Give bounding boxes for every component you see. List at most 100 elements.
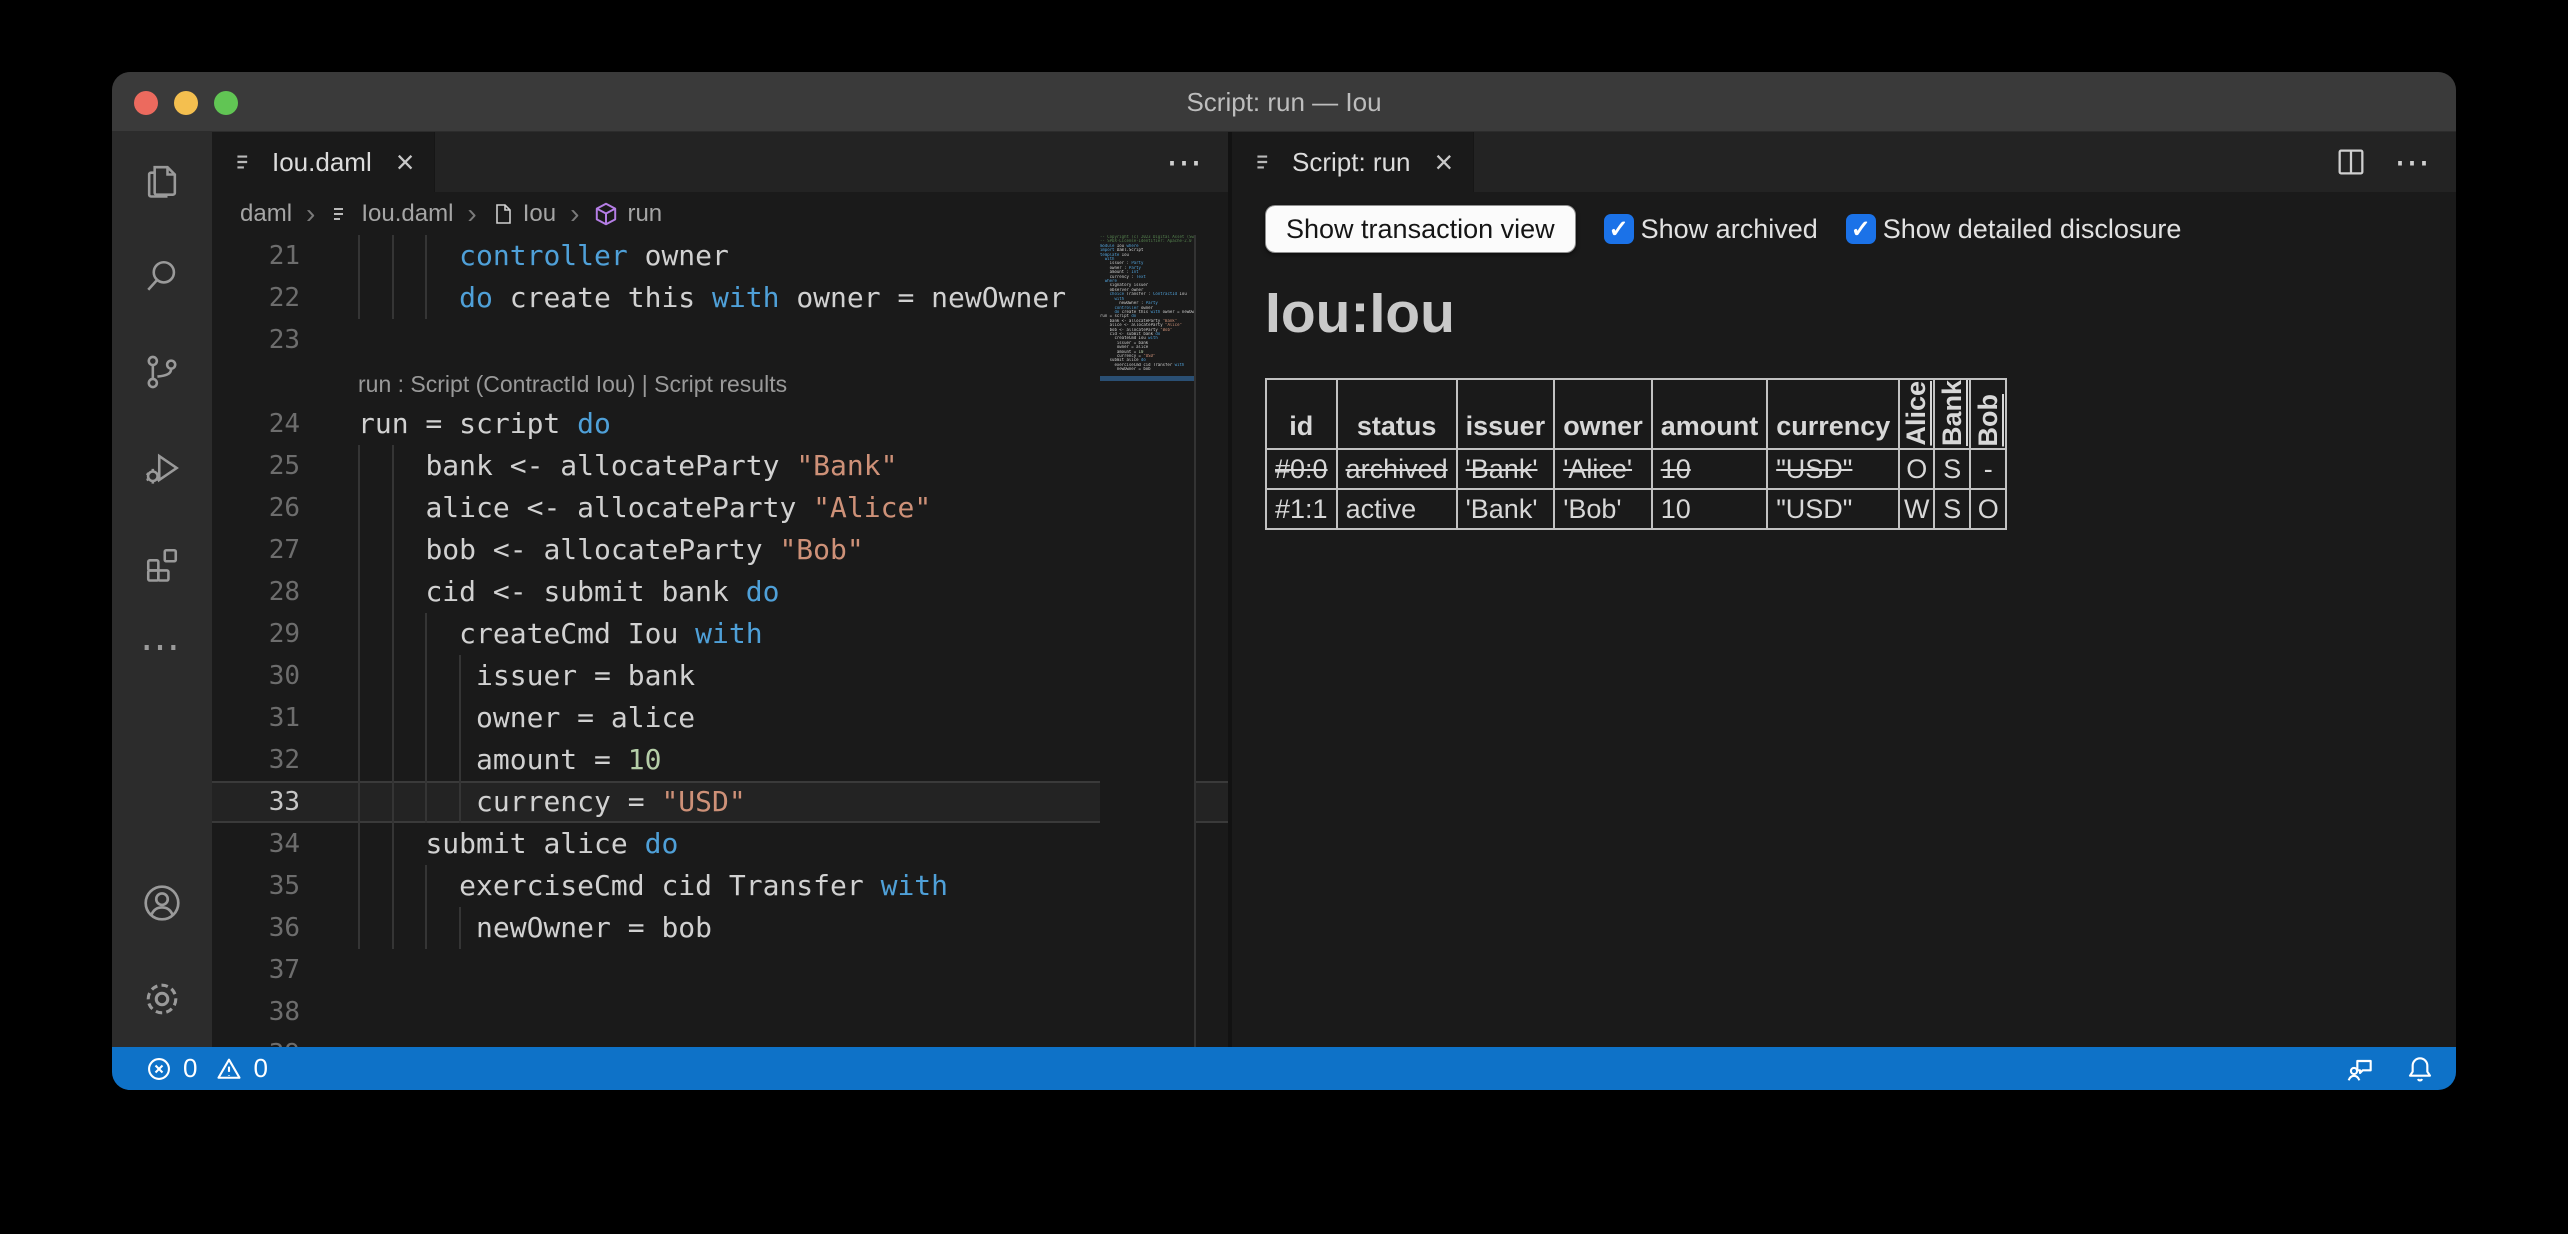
code-line[interactable]: 37 xyxy=(212,949,1228,991)
code-text: bob <- allocateParty "Bob" xyxy=(358,529,864,571)
problems-status[interactable]: 0 0 xyxy=(145,1053,268,1084)
table-row: #0:0archived'Bank''Alice'10"USD"OS- xyxy=(1266,449,2006,489)
code-text: issuer = bank xyxy=(358,655,695,697)
source-control-icon[interactable] xyxy=(112,324,212,420)
line-number[interactable]: 25 xyxy=(212,445,300,487)
codelens-row: run : Script (ContractId Iou) | Script r… xyxy=(212,361,1228,403)
line-number[interactable]: 39 xyxy=(212,1033,300,1047)
editor-group-left: Iou.daml × ⋯ daml › Iou.daml › Iou xyxy=(212,132,1228,1047)
code-line[interactable]: 22 do create this with owner = newOwner xyxy=(212,277,1228,319)
line-number[interactable]: 28 xyxy=(212,571,300,613)
line-number[interactable]: 30 xyxy=(212,655,300,697)
editor-actions-more-icon[interactable]: ⋯ xyxy=(1166,141,1204,183)
title-bar: Script: run — Iou xyxy=(112,72,2456,132)
tab-iou-daml[interactable]: Iou.daml × xyxy=(212,132,435,192)
code-line[interactable]: 30 issuer = bank xyxy=(212,655,1228,697)
checkbox-show-detailed-disclosure[interactable]: ✓Show detailed disclosure xyxy=(1846,214,2182,245)
line-number[interactable]: 23 xyxy=(212,319,300,361)
extensions-icon[interactable] xyxy=(112,516,212,612)
code-editor[interactable]: 21 controller owner22 do create this wit… xyxy=(212,235,1228,1047)
code-line[interactable]: 38 xyxy=(212,991,1228,1033)
column-header-owner: owner xyxy=(1554,379,1652,449)
checkbox-icon[interactable]: ✓ xyxy=(1846,214,1876,244)
code-text: controller owner xyxy=(358,235,729,277)
panel-actions-more-icon[interactable]: ⋯ xyxy=(2394,141,2432,183)
breadcrumb-symbol-run[interactable]: run xyxy=(593,200,662,228)
line-number[interactable]: 27 xyxy=(212,529,300,571)
page-title: Iou:Iou xyxy=(1265,282,2456,344)
column-header-issuer: issuer xyxy=(1457,379,1555,449)
right-tab-bar: Script: run × ⋯ xyxy=(1232,132,2456,192)
code-line[interactable]: 33 currency = "USD" xyxy=(212,781,1228,823)
code-line[interactable]: 34 submit alice do xyxy=(212,823,1228,865)
line-number[interactable]: 35 xyxy=(212,865,300,907)
checkbox-icon[interactable]: ✓ xyxy=(1604,214,1634,244)
table-cell: 'Bob' xyxy=(1554,489,1652,529)
minimap[interactable]: -- Copyright (c) 2023 Digital Asset (Swi… xyxy=(1100,235,1196,1047)
breadcrumb-separator-icon: › xyxy=(467,198,476,230)
codelens-separator: | xyxy=(635,371,654,397)
warning-count: 0 xyxy=(253,1053,267,1084)
code-line[interactable]: 39 xyxy=(212,1033,1228,1047)
line-number[interactable]: 31 xyxy=(212,697,300,739)
codelens-signature-link[interactable]: run : Script (ContractId Iou) xyxy=(358,371,635,397)
column-header-id: id xyxy=(1266,379,1337,449)
code-line[interactable]: 26 alice <- allocateParty "Alice" xyxy=(212,487,1228,529)
codelens-results-link[interactable]: Script results xyxy=(654,371,787,397)
notifications-bell-icon[interactable] xyxy=(2404,1053,2436,1085)
code-line[interactable]: 23 xyxy=(212,319,1228,361)
window-title: Script: run — Iou xyxy=(112,72,2456,132)
code-line[interactable]: 35 exerciseCmd cid Transfer with xyxy=(212,865,1228,907)
code-line[interactable]: 28 cid <- submit bank do xyxy=(212,571,1228,613)
line-number[interactable]: 24 xyxy=(212,403,300,445)
party-role-cell: S xyxy=(1934,449,1970,489)
code-text: newOwner = bob xyxy=(358,907,712,949)
line-number[interactable]: 29 xyxy=(212,613,300,655)
line-number[interactable]: 21 xyxy=(212,235,300,277)
tab-script-run[interactable]: Script: run × xyxy=(1232,132,1474,192)
close-tab-icon[interactable]: × xyxy=(396,147,415,177)
breadcrumb-file[interactable]: Iou.daml xyxy=(329,200,453,228)
line-number[interactable]: 34 xyxy=(212,823,300,865)
settings-gear-icon[interactable] xyxy=(112,951,212,1047)
module-cube-icon xyxy=(593,201,619,227)
party-role-cell: S xyxy=(1934,489,1970,529)
close-tab-icon[interactable]: × xyxy=(1435,147,1454,177)
feedback-icon[interactable] xyxy=(2344,1053,2376,1085)
breadcrumb-symbol-file[interactable]: Iou xyxy=(491,200,556,228)
code-text: exerciseCmd cid Transfer with xyxy=(358,865,948,907)
party-role-cell: W xyxy=(1899,489,1934,529)
code-line[interactable]: 27 bob <- allocateParty "Bob" xyxy=(212,529,1228,571)
code-line[interactable]: 36 newOwner = bob xyxy=(212,907,1228,949)
line-number[interactable]: 26 xyxy=(212,487,300,529)
line-number[interactable]: 32 xyxy=(212,739,300,781)
run-and-debug-icon[interactable] xyxy=(112,420,212,516)
line-number[interactable]: 22 xyxy=(212,277,300,319)
line-number[interactable]: 33 xyxy=(212,781,300,823)
breadcrumb-folder[interactable]: daml xyxy=(240,200,292,228)
error-icon xyxy=(145,1055,173,1083)
party-role-cell: O xyxy=(1970,489,2006,529)
checkbox-label: Show archived xyxy=(1641,214,1818,245)
more-actions-icon[interactable]: ⋯ xyxy=(140,612,184,682)
code-line[interactable]: 31 owner = alice xyxy=(212,697,1228,739)
party-column-header-bob: Bob xyxy=(1970,379,2006,449)
split-editor-icon[interactable] xyxy=(2334,145,2368,179)
code-line[interactable]: 25 bank <- allocateParty "Bank" xyxy=(212,445,1228,487)
column-header-status: status xyxy=(1337,379,1457,449)
explorer-icon[interactable] xyxy=(112,132,212,228)
search-icon[interactable] xyxy=(112,228,212,324)
checkbox-show-archived[interactable]: ✓Show archived xyxy=(1604,214,1818,245)
code-line[interactable]: 21 controller owner xyxy=(212,235,1228,277)
line-number[interactable]: 38 xyxy=(212,991,300,1033)
account-icon[interactable] xyxy=(112,855,212,951)
code-line[interactable]: 29 createCmd Iou with xyxy=(212,613,1228,655)
code-line[interactable]: 24run = script do xyxy=(212,403,1228,445)
line-number[interactable]: 36 xyxy=(212,907,300,949)
show-transaction-view-button[interactable]: Show transaction view xyxy=(1265,205,1576,253)
table-cell: "USD" xyxy=(1767,449,1899,489)
table-cell: 10 xyxy=(1652,449,1768,489)
line-number[interactable]: 37 xyxy=(212,949,300,991)
code-line[interactable]: 32 amount = 10 xyxy=(212,739,1228,781)
left-tab-bar: Iou.daml × ⋯ xyxy=(212,132,1228,192)
